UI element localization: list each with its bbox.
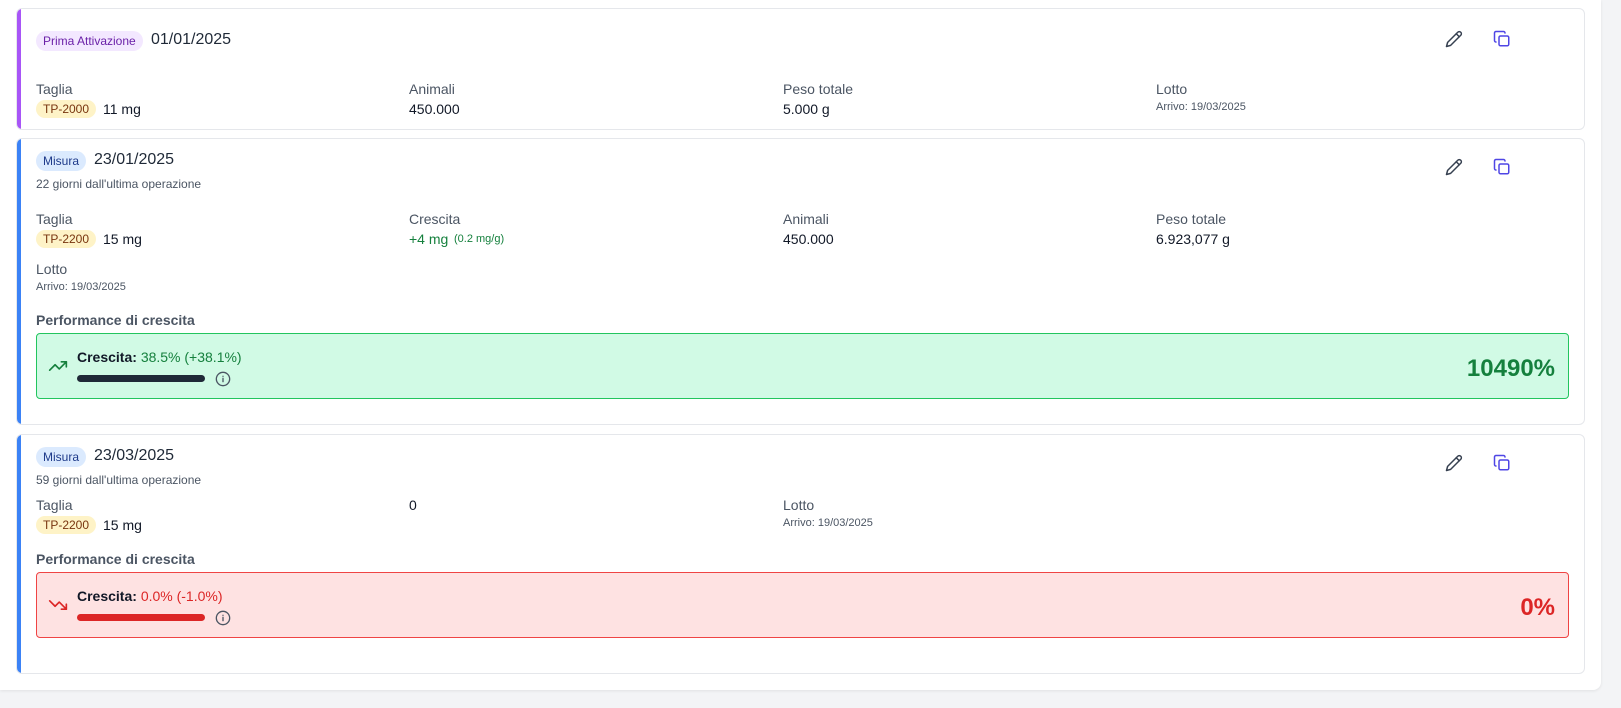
crescita-label: Crescita xyxy=(409,211,461,227)
growth-label: Crescita: xyxy=(77,588,137,604)
edit-button[interactable] xyxy=(1440,25,1468,53)
performance-section-title: Performance di crescita xyxy=(36,551,195,567)
peso-totale-label: Peso totale xyxy=(1156,211,1227,227)
lotto-label: Lotto xyxy=(1156,81,1188,97)
growth-progress-bar xyxy=(77,375,205,382)
operation-date: 23/01/2025 xyxy=(94,151,175,168)
peso-totale-label: Peso totale xyxy=(783,81,854,97)
animali-value: 450.000 xyxy=(409,101,460,117)
growth-progress-bar xyxy=(77,614,205,621)
growth-summary: Crescita: 0.0% (-1.0%) xyxy=(77,588,223,604)
edit-button[interactable] xyxy=(1440,153,1468,181)
pencil-icon xyxy=(1445,158,1463,176)
operation-card-3: Misura 23/03/2025 59 giorni dall'ultima … xyxy=(16,434,1585,674)
animali-label: Animali xyxy=(409,81,455,97)
growth-summary: Crescita: 38.5% (+38.1%) xyxy=(77,349,242,365)
size-tag: TP-2200 xyxy=(36,516,97,534)
crescita-value: +4 mg xyxy=(409,231,449,247)
size-tag: TP-2200 xyxy=(36,230,97,248)
operation-type-badge: Misura xyxy=(36,447,87,467)
duplicate-button[interactable] xyxy=(1488,153,1516,181)
operation-date: 23/03/2025 xyxy=(94,447,175,464)
peso-totale-value: 5.000 g xyxy=(783,101,830,117)
lotto-arrival: Arrivo: 19/03/2025 xyxy=(1156,101,1246,113)
duplicate-button[interactable] xyxy=(1488,25,1516,53)
size-value: 15 mg xyxy=(103,517,142,533)
growth-value: 0.0% (-1.0%) xyxy=(140,588,223,604)
size-value: 11 mg xyxy=(103,101,141,117)
taglia-label: Taglia xyxy=(36,497,73,513)
days-since-last-operation: 22 giorni dall'ultima operazione xyxy=(36,177,202,191)
operation-type-badge: Misura xyxy=(36,151,87,171)
operations-panel: Prima Attivazione 01/01/2025 Taglia TP-2… xyxy=(0,0,1601,690)
size-value: 15 mg xyxy=(103,231,142,247)
peso-totale-value: 6.923,077 g xyxy=(1156,231,1230,247)
operation-card-1: Prima Attivazione 01/01/2025 Taglia TP-2… xyxy=(16,8,1585,130)
growth-percentage: 0% xyxy=(1520,594,1555,621)
copy-icon xyxy=(1493,30,1510,47)
operation-date: 01/01/2025 xyxy=(151,31,232,48)
operation-type-badge: Prima Attivazione xyxy=(36,31,143,51)
growth-label: Crescita: xyxy=(77,349,137,365)
growth-value: 38.5% (+38.1%) xyxy=(140,349,242,365)
taglia-label: Taglia xyxy=(36,81,73,97)
animali-label: Animali xyxy=(783,211,829,227)
copy-icon xyxy=(1493,454,1510,471)
info-icon[interactable] xyxy=(215,371,231,387)
lotto-label: Lotto xyxy=(783,497,815,513)
operation-card-2: Misura 23/01/2025 22 giorni dall'ultima … xyxy=(16,138,1585,425)
lotto-label: Lotto xyxy=(36,261,68,277)
growth-percentage: 10490% xyxy=(1466,355,1555,382)
duplicate-button[interactable] xyxy=(1488,449,1516,477)
count-value: 0 xyxy=(409,497,417,513)
edit-button[interactable] xyxy=(1440,449,1468,477)
pencil-icon xyxy=(1445,454,1463,472)
taglia-label: Taglia xyxy=(36,211,73,227)
crescita-rate: (0.2 mg/g) xyxy=(454,233,505,245)
lotto-arrival: Arrivo: 19/03/2025 xyxy=(36,281,126,293)
pencil-icon xyxy=(1445,30,1463,48)
copy-icon xyxy=(1493,158,1510,175)
trending-up-icon xyxy=(48,361,68,371)
info-icon[interactable] xyxy=(215,610,231,626)
lotto-arrival: Arrivo: 19/03/2025 xyxy=(783,517,873,529)
days-since-last-operation: 59 giorni dall'ultima operazione xyxy=(36,473,202,487)
performance-section-title: Performance di crescita xyxy=(36,312,195,328)
growth-performance-box: Crescita: 38.5% (+38.1%) 10490% xyxy=(36,333,1569,399)
size-tag: TP-2000 xyxy=(36,100,97,118)
growth-performance-box: Crescita: 0.0% (-1.0%) 0% xyxy=(36,572,1569,638)
animali-value: 450.000 xyxy=(783,231,834,247)
trending-down-icon xyxy=(48,600,68,610)
